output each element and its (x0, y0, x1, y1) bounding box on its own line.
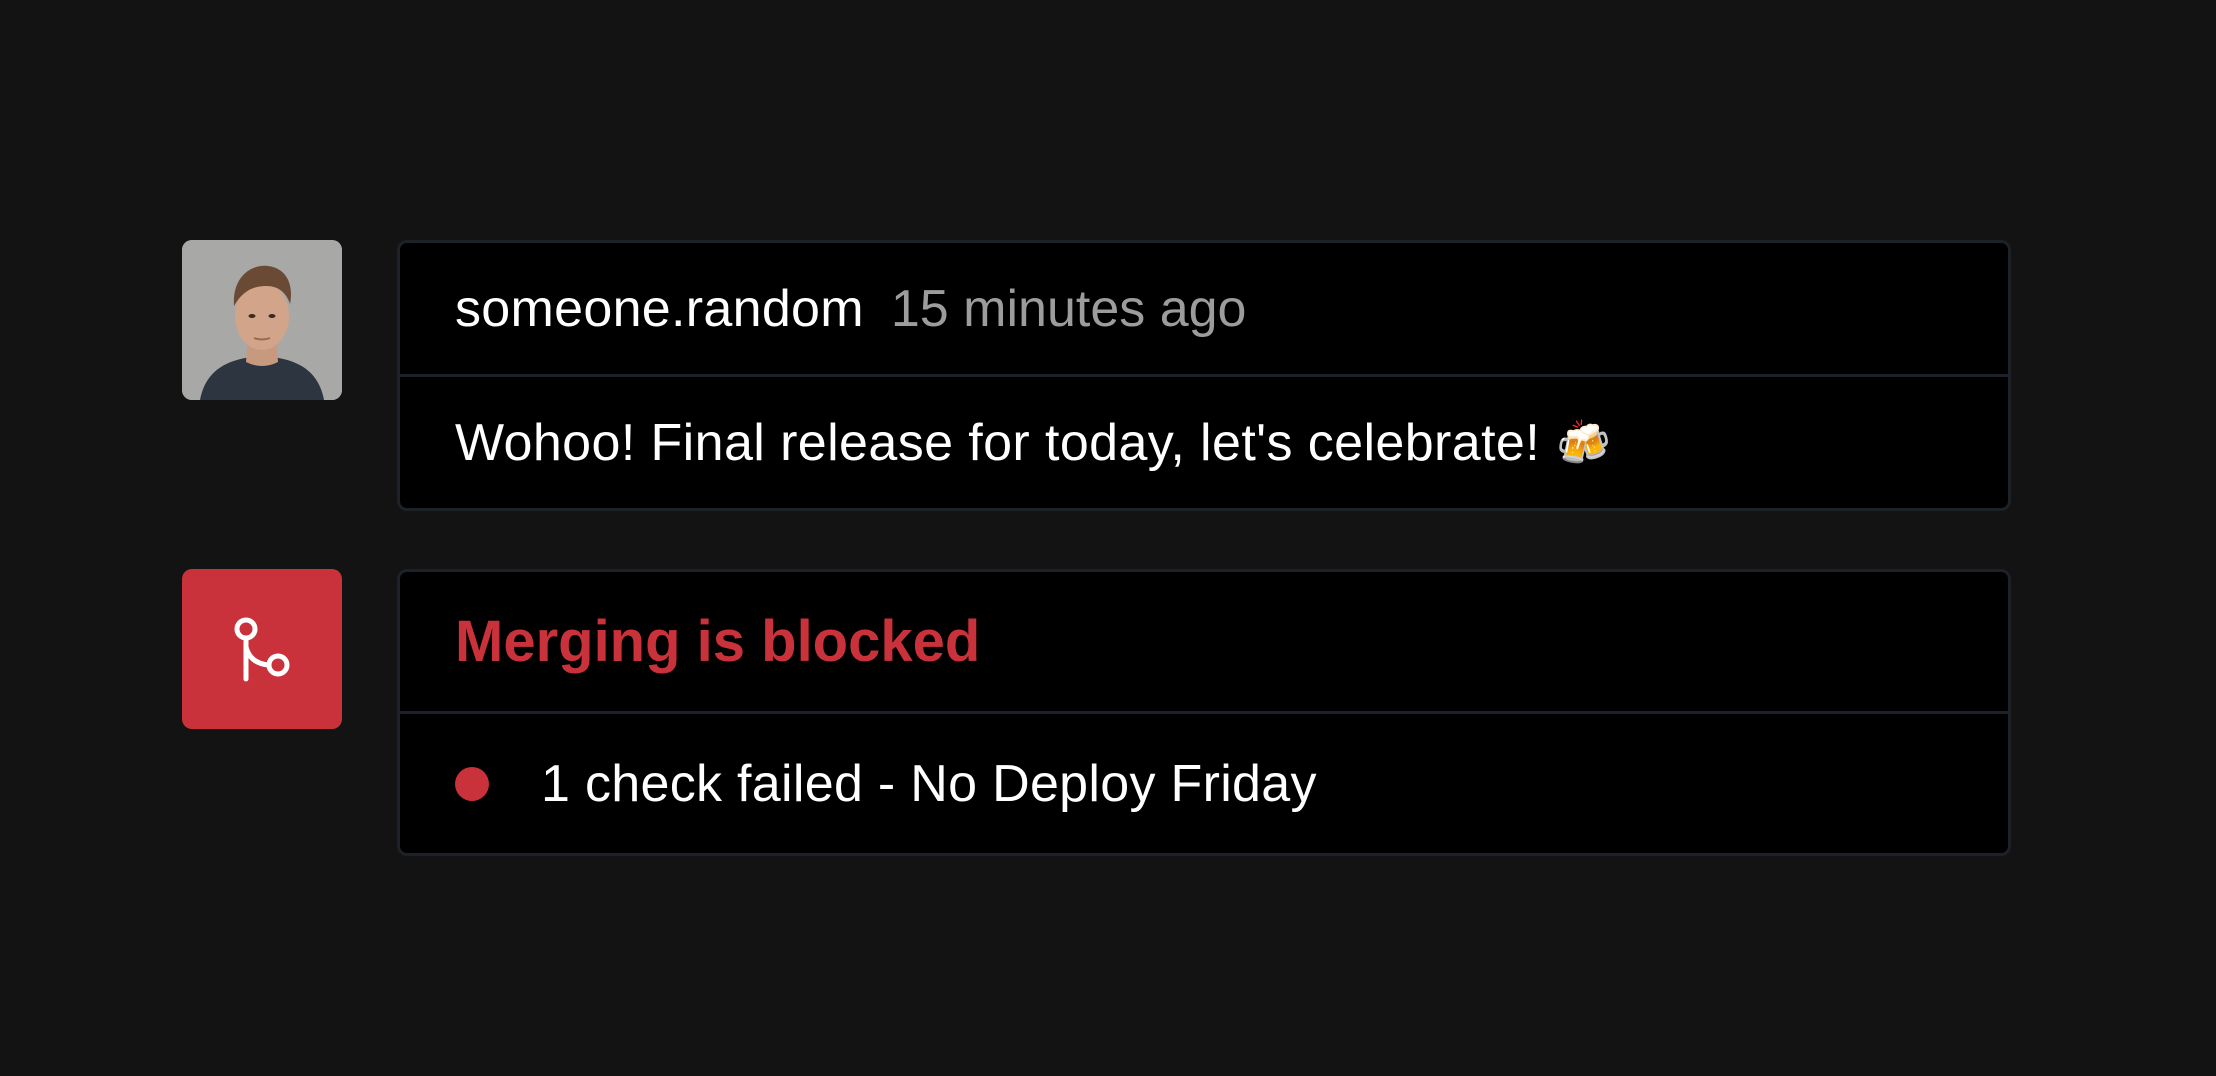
check-status-row[interactable]: 1 check failed - No Deploy Friday (400, 714, 2008, 853)
username[interactable]: someone.random (455, 279, 864, 339)
merge-blocked-title: Merging is blocked (455, 609, 981, 674)
comment-card: someone.random 15 minutes ago Wohoo! Fin… (397, 240, 2011, 511)
avatar[interactable] (182, 240, 342, 400)
timestamp[interactable]: 15 minutes ago (891, 279, 1247, 339)
failed-status-dot-icon (455, 766, 489, 801)
merge-status-card: Merging is blocked 1 check failed - No D… (397, 569, 2011, 856)
merge-status-header: Merging is blocked (400, 572, 2008, 714)
comment-message: Wohoo! Final release for today, let's ce… (455, 413, 1541, 472)
comment-body: Wohoo! Final release for today, let's ce… (400, 377, 2008, 508)
comment-header: someone.random 15 minutes ago (400, 243, 2008, 377)
check-status-text: 1 check failed - No Deploy Friday (541, 754, 1317, 813)
git-merge-icon (234, 617, 290, 682)
avatar-photo-icon (182, 240, 342, 400)
timeline: someone.random 15 minutes ago Wohoo! Fin… (0, 0, 2216, 1076)
beer-mugs-icon: 🍻 (1556, 417, 1611, 469)
merge-status-badge (182, 569, 342, 729)
